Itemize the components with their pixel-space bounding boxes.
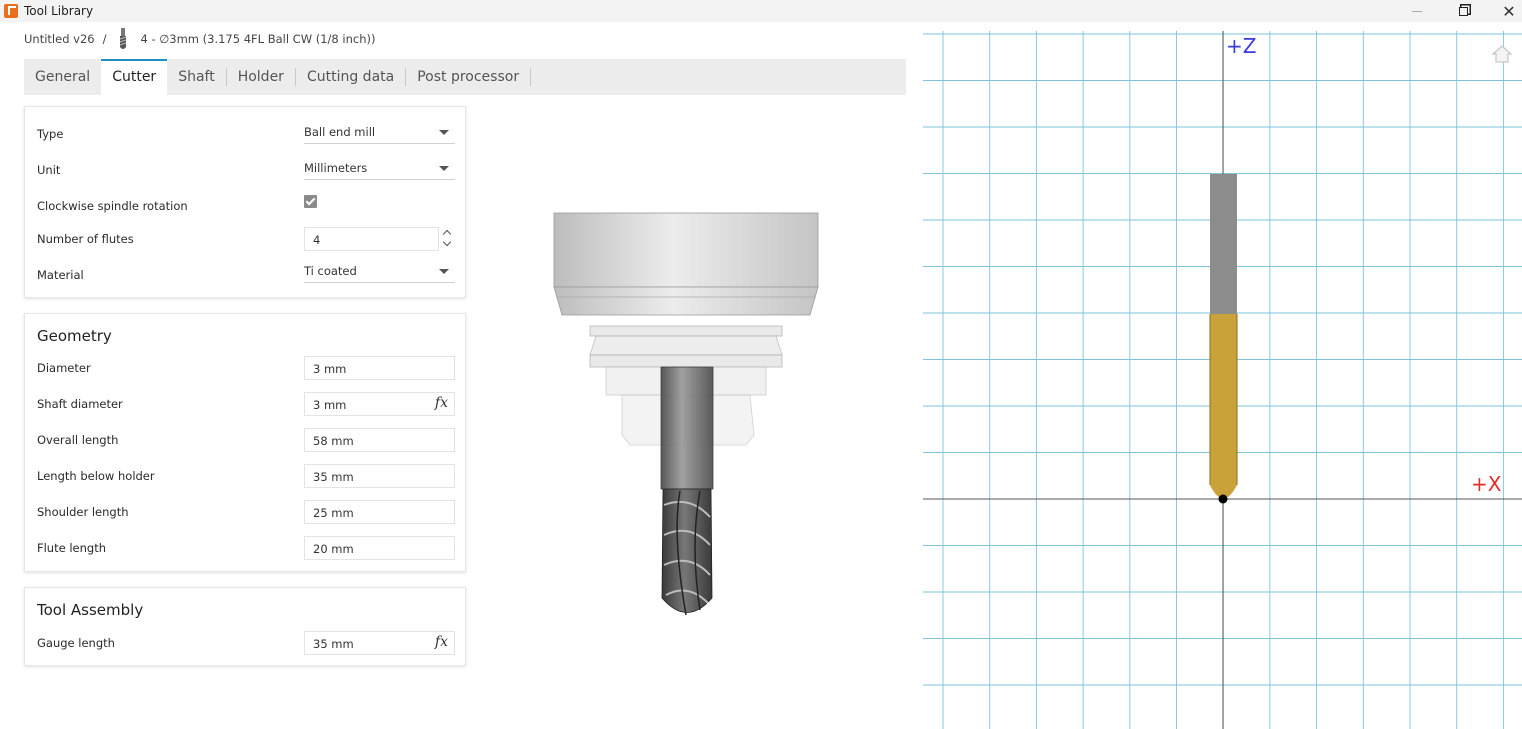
tool-assembly-panel: Tool Assembly Gauge length 35 mm fx (24, 587, 466, 666)
minimize-button[interactable] (1394, 0, 1440, 22)
type-row: Type Ball end mill (25, 122, 465, 146)
gauge-length-value: 35 mm (313, 637, 354, 651)
type-value: Ball end mill (304, 125, 376, 139)
tab-post-processor[interactable]: Post processor (406, 59, 530, 95)
type-select[interactable]: Ball end mill (304, 122, 455, 144)
tab-holder[interactable]: Holder (227, 59, 295, 95)
diameter-label: Diameter (37, 361, 91, 375)
tab-cutting-data[interactable]: Cutting data (296, 59, 405, 95)
length-below-holder-row: Length below holder 35 mm (25, 464, 465, 488)
fx-icon[interactable]: fx (435, 395, 448, 411)
shaft-diameter-value: 3 mm (313, 398, 347, 412)
flutes-stepper-icon[interactable] (442, 228, 453, 250)
breadcrumb-separator: / (102, 32, 107, 46)
tool-preview-image (553, 212, 819, 616)
material-select[interactable]: Ti coated (304, 261, 455, 283)
unit-select[interactable]: Millimeters (304, 158, 455, 180)
breadcrumb: Untitled v26 / 4 - ∅3mm (3.175 4FL Ball … (24, 28, 376, 49)
flute-length-label: Flute length (37, 541, 106, 555)
diameter-input[interactable]: 3 mm (304, 356, 455, 380)
flutes-input[interactable]: 4 (304, 227, 439, 251)
app-icon (4, 4, 18, 18)
tool-profile (1209, 174, 1238, 499)
flute-length-input[interactable]: 20 mm (304, 536, 455, 560)
close-icon: ✕ (1502, 1, 1516, 21)
restore-button[interactable] (1440, 0, 1486, 22)
tab-shaft[interactable]: Shaft (167, 59, 226, 95)
end-mill-shape (660, 366, 714, 616)
tool-thumb-icon (120, 28, 127, 49)
title-bar: Tool Library ✕ (0, 0, 1522, 22)
overall-length-input[interactable]: 58 mm (304, 428, 455, 452)
material-value: Ti coated (304, 264, 357, 278)
unit-label: Unit (37, 163, 61, 177)
flute-profile (1210, 314, 1237, 499)
type-label: Type (37, 127, 64, 141)
dropdown-caret-icon (439, 166, 449, 171)
tab-general[interactable]: General (24, 59, 101, 95)
shoulder-length-input[interactable]: 25 mm (304, 500, 455, 524)
geometry-title: Geometry (37, 327, 112, 345)
gauge-length-input[interactable]: 35 mm fx (304, 631, 455, 655)
z-axis-label: +Z (1226, 34, 1257, 58)
tool-viewport[interactable] (923, 31, 1522, 729)
shaft-diameter-input[interactable]: 3 mm fx (304, 392, 455, 416)
shoulder-length-value: 25 mm (313, 506, 354, 520)
flutes-row: Number of flutes 4 (25, 227, 465, 251)
dropdown-caret-icon (439, 269, 449, 274)
tab-cutter[interactable]: Cutter (101, 59, 168, 95)
length-below-holder-input[interactable]: 35 mm (304, 464, 455, 488)
shoulder-length-row: Shoulder length 25 mm (25, 500, 465, 524)
geometry-panel: Geometry Diameter 3 mm Shaft diameter 3 … (24, 313, 466, 572)
unit-value: Millimeters (304, 161, 368, 175)
gauge-length-row: Gauge length 35 mm fx (25, 631, 465, 655)
shoulder-length-label: Shoulder length (37, 505, 129, 519)
tab-divider (530, 68, 532, 86)
tool-assembly-title: Tool Assembly (37, 601, 144, 619)
diameter-value: 3 mm (313, 362, 347, 376)
shank-profile (1210, 174, 1237, 314)
unit-row: Unit Millimeters (25, 158, 465, 182)
restore-icon (1458, 6, 1468, 16)
window-title: Tool Library (24, 4, 94, 18)
shaft-diameter-label: Shaft diameter (37, 397, 123, 411)
minimize-icon (1412, 10, 1422, 12)
flutes-value: 4 (313, 233, 321, 247)
home-view-icon[interactable] (1491, 44, 1513, 64)
cutter-panel: Type Ball end mill Unit Millimeters Cloc… (24, 106, 466, 298)
dropdown-caret-icon (439, 130, 449, 135)
shaft-diameter-row: Shaft diameter 3 mm fx (25, 392, 465, 416)
overall-length-label: Overall length (37, 433, 119, 447)
diameter-row: Diameter 3 mm (25, 356, 465, 380)
material-row: Material Ti coated (25, 263, 465, 287)
x-axis-label: +X (1471, 472, 1502, 496)
cw-label: Clockwise spindle rotation (37, 199, 188, 213)
close-button[interactable]: ✕ (1486, 0, 1522, 22)
tool-tip-point (1218, 494, 1228, 504)
flute-length-value: 20 mm (313, 542, 354, 556)
tab-bar: General Cutter Shaft Holder Cutting data… (24, 59, 906, 95)
material-label: Material (37, 268, 84, 282)
gauge-length-label: Gauge length (37, 636, 115, 650)
fx-icon[interactable]: fx (435, 634, 448, 650)
length-below-holder-value: 35 mm (313, 470, 354, 484)
breadcrumb-tool: 4 - ∅3mm (3.175 4FL Ball CW (1/8 inch)) (140, 32, 376, 46)
cw-checkbox[interactable] (304, 195, 317, 208)
overall-length-value: 58 mm (313, 434, 354, 448)
overall-length-row: Overall length 58 mm (25, 428, 465, 452)
breadcrumb-document[interactable]: Untitled v26 (24, 32, 95, 46)
flutes-label: Number of flutes (37, 232, 134, 246)
flute-length-row: Flute length 20 mm (25, 536, 465, 560)
length-below-holder-label: Length below holder (37, 469, 155, 483)
cw-row: Clockwise spindle rotation (25, 194, 465, 218)
